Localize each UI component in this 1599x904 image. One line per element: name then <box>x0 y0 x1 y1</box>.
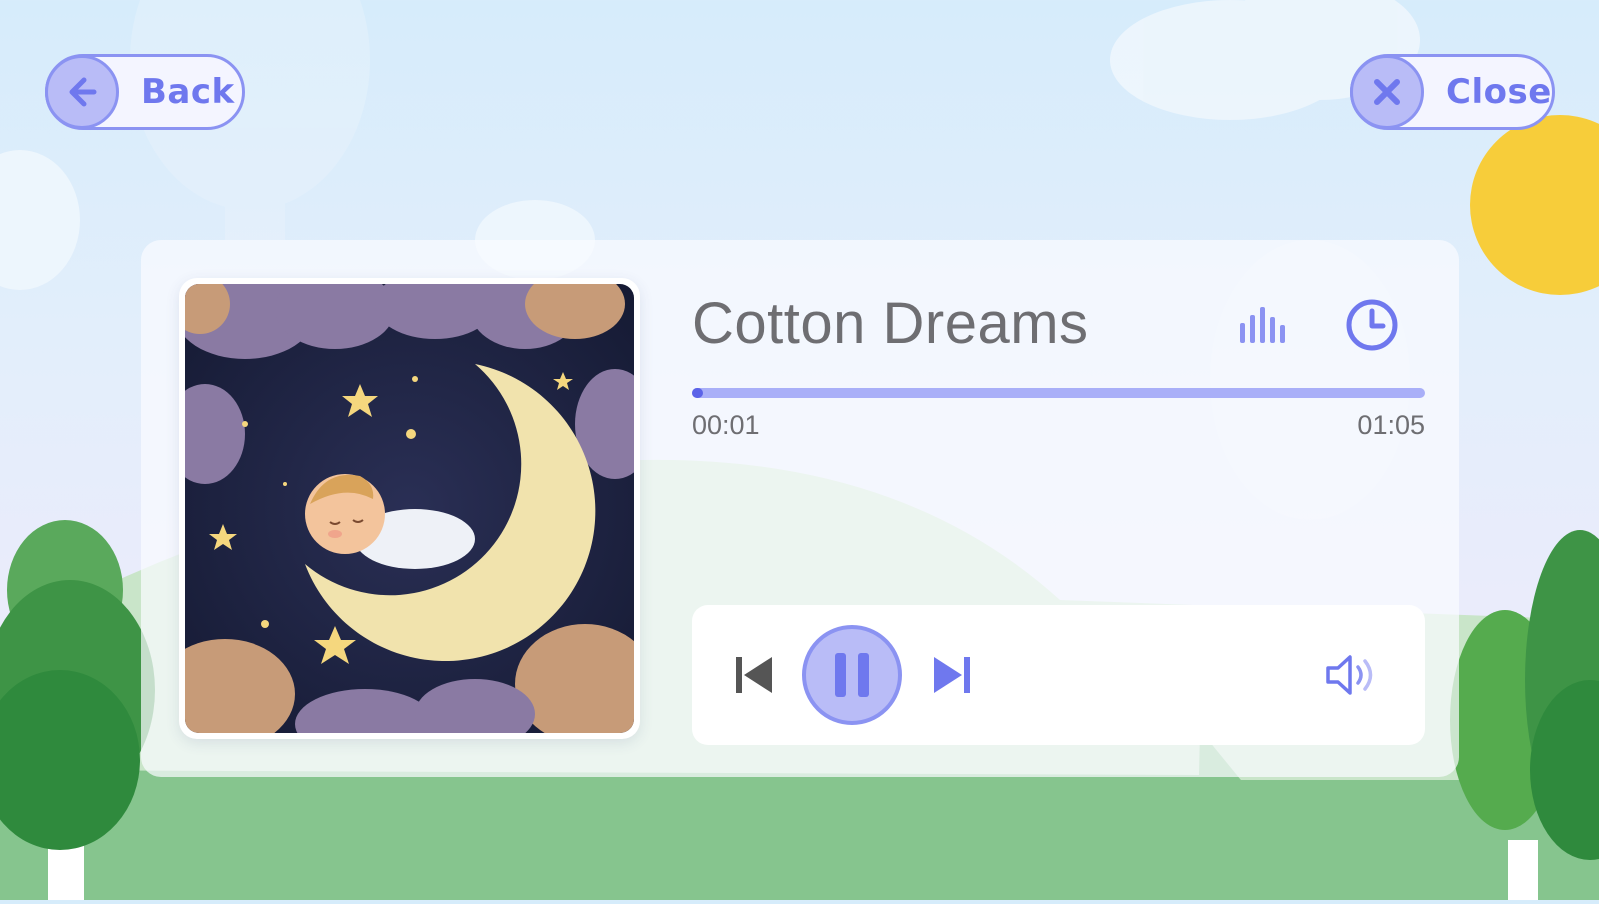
pause-button[interactable] <box>800 623 904 731</box>
clock-icon[interactable] <box>1344 297 1400 357</box>
sleeping-baby-on-moon-artwork <box>185 284 634 733</box>
back-button[interactable]: Back <box>45 54 245 130</box>
close-label: Close <box>1446 72 1552 112</box>
progress-fill <box>692 388 703 398</box>
skip-previous-icon[interactable] <box>732 653 776 701</box>
total-duration: 01:05 <box>1357 410 1425 440</box>
skip-next-icon[interactable] <box>930 653 974 701</box>
arrow-left-icon <box>45 55 119 129</box>
x-icon <box>1350 55 1424 129</box>
close-button[interactable]: Close <box>1350 54 1555 130</box>
progress-slider[interactable] <box>692 388 1425 398</box>
equalizer-icon[interactable] <box>1238 305 1290 349</box>
back-label: Back <box>141 72 235 112</box>
volume-icon[interactable] <box>1324 653 1384 701</box>
playback-controls <box>692 605 1425 745</box>
track-title: Cotton Dreams <box>692 291 1089 356</box>
elapsed-time: 00:01 <box>692 410 760 440</box>
album-cover <box>179 278 640 739</box>
